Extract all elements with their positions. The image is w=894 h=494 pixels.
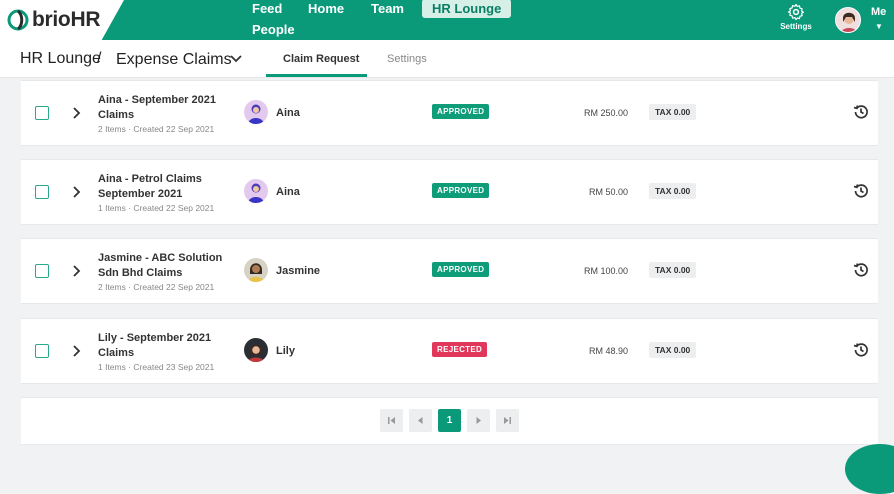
user-name: Aina	[276, 107, 300, 119]
me-avatar[interactable]	[835, 7, 861, 33]
claim-amount: RM 100.00	[583, 266, 628, 276]
nav-item-feed[interactable]: Feed	[252, 1, 282, 16]
logo[interactable]: brioHR	[0, 0, 124, 40]
history-icon[interactable]	[852, 182, 870, 200]
claim-meta: 1 Items · Created 23 Sep 2021	[98, 362, 215, 372]
row-checkbox[interactable]	[35, 106, 49, 120]
lily-avatar-icon	[244, 338, 268, 362]
sub-header: HR Lounge / Expense Claims Claim Request…	[0, 40, 894, 78]
logo-text: brioHR	[32, 8, 101, 32]
tax-badge: TAX 0.00	[649, 262, 697, 278]
settings-label: Settings	[780, 22, 812, 31]
caret-down-icon[interactable]: ▼	[875, 22, 883, 31]
claim-meta: 1 Items · Created 22 Sep 2021	[98, 203, 215, 213]
user-name: Lily	[276, 345, 295, 357]
claim-title[interactable]: Lily - September 2021 Claims	[98, 331, 238, 361]
status-badge: APPROVED	[432, 104, 490, 119]
nav-item-hr-lounge[interactable]: HR Lounge	[422, 0, 512, 18]
history-icon[interactable]	[852, 341, 870, 359]
nav-item-team[interactable]: Team	[371, 1, 404, 16]
claim-row[interactable]: Aina - Petrol Claims September 2021 1 It…	[21, 159, 878, 225]
tax-badge: TAX 0.00	[649, 342, 697, 358]
next-page-icon[interactable]	[467, 409, 490, 432]
user-name: Jasmine	[276, 265, 321, 277]
floating-action-button[interactable]	[845, 444, 894, 494]
profile-avatar-icon	[836, 8, 860, 32]
prev-page-icon[interactable]	[409, 409, 432, 432]
settings-button[interactable]: Settings	[776, 3, 816, 37]
logo-text-hr: HR	[70, 8, 101, 31]
claim-amount: RM 50.00	[588, 187, 628, 197]
logo-text-brio: brio	[32, 8, 71, 31]
last-page-icon[interactable]	[496, 409, 519, 432]
claim-meta: 2 Items · Created 22 Sep 2021	[98, 282, 215, 292]
brio-logo-icon	[7, 9, 29, 31]
me-label[interactable]: Me	[871, 6, 886, 18]
gear-icon	[787, 3, 805, 21]
history-icon[interactable]	[852, 103, 870, 121]
chevron-down-icon[interactable]	[229, 52, 243, 66]
active-tab-indicator	[266, 74, 367, 77]
aina-avatar-icon	[244, 100, 268, 124]
tab-settings[interactable]: Settings	[387, 53, 427, 65]
nav-item-people[interactable]: People	[252, 22, 295, 37]
status-badge: APPROVED	[432, 183, 490, 198]
claim-row[interactable]: Aina - September 2021 Claims 2 Items · C…	[21, 80, 878, 146]
tax-badge: TAX 0.00	[649, 104, 697, 120]
chevron-right-icon[interactable]	[72, 106, 82, 120]
chevron-right-icon[interactable]	[72, 264, 82, 278]
row-checkbox[interactable]	[35, 264, 49, 278]
tax-badge: TAX 0.00	[649, 183, 697, 199]
tab-claim-request[interactable]: Claim Request	[283, 53, 359, 65]
claim-title[interactable]: Aina - Petrol Claims September 2021	[98, 172, 238, 202]
claim-title[interactable]: Aina - September 2021 Claims	[98, 93, 238, 123]
claim-title[interactable]: Jasmine - ABC Solution Sdn Bhd Claims	[98, 251, 238, 281]
claim-row[interactable]: Jasmine - ABC Solution Sdn Bhd Claims 2 …	[21, 238, 878, 304]
status-badge: APPROVED	[432, 262, 490, 277]
claim-row[interactable]: Lily - September 2021 Claims 1 Items · C…	[21, 318, 878, 384]
claim-meta: 2 Items · Created 22 Sep 2021	[98, 124, 215, 134]
page-number-button[interactable]: 1	[438, 409, 461, 432]
user-name: Aina	[276, 186, 300, 198]
first-page-icon[interactable]	[380, 409, 403, 432]
history-icon[interactable]	[852, 261, 870, 279]
pagination: 1	[21, 397, 878, 445]
aina-avatar-icon	[244, 179, 268, 203]
status-badge: REJECTED	[432, 342, 488, 357]
nav-item-home[interactable]: Home	[308, 1, 344, 16]
breadcrumb-root[interactable]: HR Lounge	[20, 50, 101, 68]
jasmine-avatar-icon	[244, 258, 268, 282]
chevron-right-icon[interactable]	[72, 344, 82, 358]
breadcrumb-current[interactable]: Expense Claims	[116, 51, 232, 69]
claim-amount: RM 250.00	[583, 108, 628, 118]
top-nav: brioHR Feed Home Team HR Lounge People S…	[0, 0, 894, 40]
row-checkbox[interactable]	[35, 344, 49, 358]
row-checkbox[interactable]	[35, 185, 49, 199]
breadcrumb-separator: /	[97, 50, 102, 67]
chevron-right-icon[interactable]	[72, 185, 82, 199]
claim-amount: RM 48.90	[588, 346, 628, 356]
